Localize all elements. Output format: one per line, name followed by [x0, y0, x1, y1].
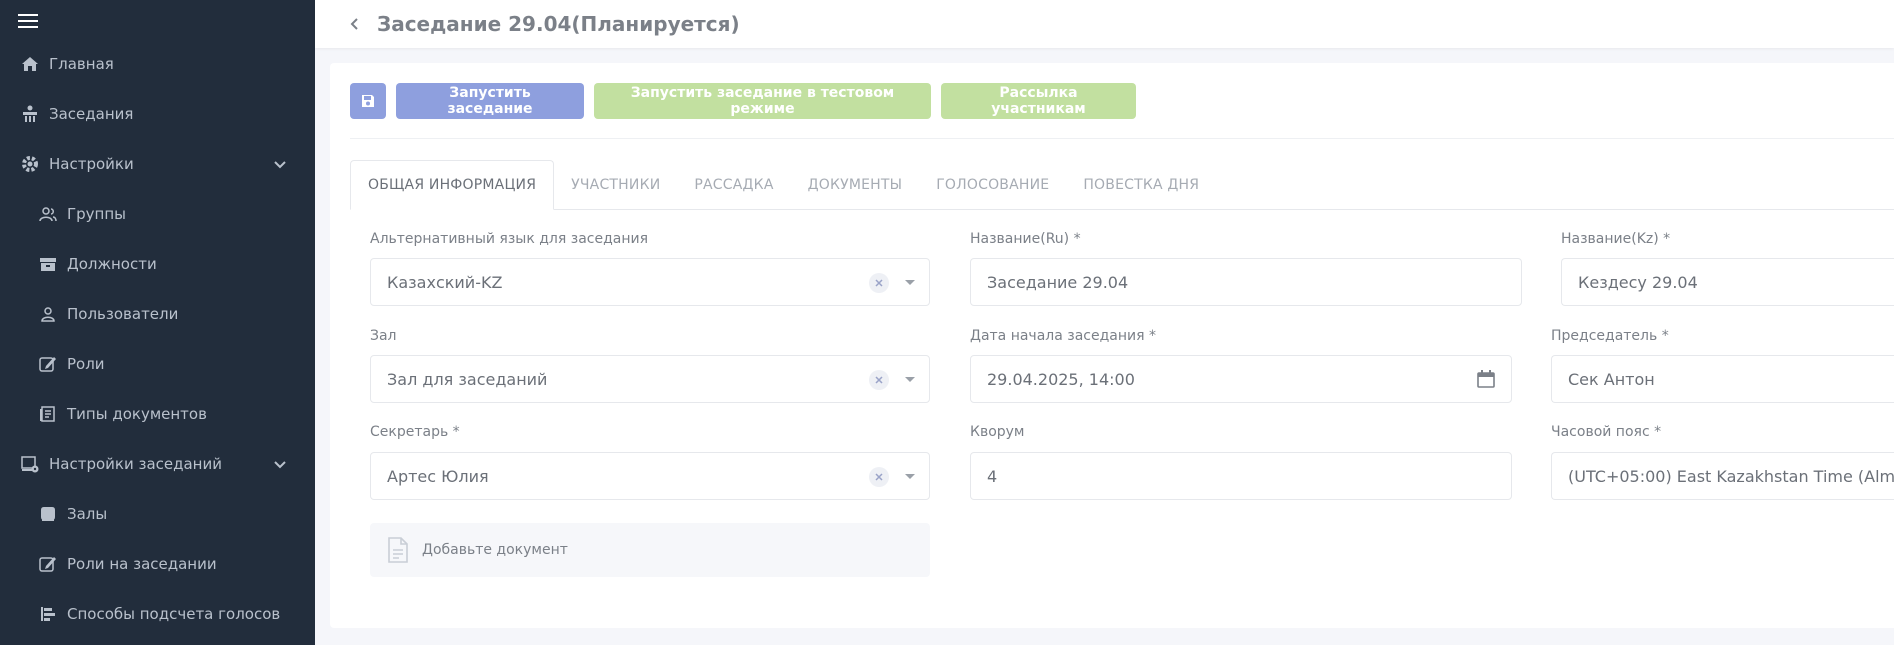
sidebar-item-settings[interactable]: Настройки [0, 144, 315, 184]
sidebar-item-users[interactable]: Пользователи [0, 294, 315, 334]
clear-icon[interactable] [869, 467, 889, 487]
back-icon[interactable] [345, 14, 365, 34]
sidebar-item-meeting-settings[interactable]: Настройки заседаний [0, 444, 315, 484]
toolbar: Запустить заседание Запустить заседание … [350, 83, 1136, 119]
sidebar-item-label: Должности [67, 255, 157, 273]
timezone-value: (UTC+05:00) East Kazakhstan Time (Almaty… [1568, 466, 1894, 486]
name-kz-label: Название(Kz) * [1561, 231, 1671, 247]
mailing-button[interactable]: Рассылка участникам [941, 83, 1136, 119]
edit-icon [37, 353, 59, 375]
halls-icon [37, 503, 59, 525]
save-button[interactable] [350, 83, 386, 119]
sidebar-item-label: Заседания [49, 105, 134, 123]
name-ru-input[interactable]: Заседание 29.04 [970, 258, 1522, 306]
start-test-meeting-button[interactable]: Запустить заседание в тестовом режиме [594, 83, 931, 119]
alt-language-select[interactable]: Казахский-KZ [370, 258, 930, 306]
timezone-label: Часовой пояс * [1551, 424, 1662, 440]
sidebar-item-doc-types[interactable]: Типы документов [0, 394, 315, 434]
sidebar-item-label: Группы [67, 205, 127, 223]
meeting-settings-icon [19, 453, 41, 475]
name-ru-label: Название(Ru) * [970, 231, 1081, 247]
sidebar-item-label: Типы документов [67, 405, 207, 423]
sidebar-item-label: Роли на заседании [67, 555, 217, 573]
meetings-icon [19, 103, 41, 125]
add-document-dropzone[interactable]: Добавьте документ [370, 523, 930, 577]
groups-icon [37, 203, 59, 225]
clear-icon[interactable] [869, 370, 889, 390]
name-kz-value: Кездесу 29.04 [1578, 272, 1698, 292]
start-date-value: 29.04.2025, 14:00 [987, 369, 1135, 389]
chairman-label: Председатель * [1551, 328, 1669, 344]
sidebar-item-roles[interactable]: Роли [0, 344, 315, 384]
hall-value: Зал для заседаний [387, 369, 548, 389]
save-icon [362, 95, 374, 107]
tab-participants[interactable]: УЧАСТНИКИ [554, 160, 677, 210]
start-meeting-button[interactable]: Запустить заседание [396, 83, 584, 119]
tab-voting[interactable]: ГОЛОСОВАНИЕ [919, 160, 1066, 210]
name-ru-value: Заседание 29.04 [987, 272, 1129, 292]
quorum-value: 4 [987, 466, 998, 486]
start-date-input[interactable]: 29.04.2025, 14:00 [970, 355, 1512, 403]
tab-documents[interactable]: ДОКУМЕНТЫ [791, 160, 920, 210]
doc-types-icon [37, 403, 59, 425]
sidebar: Главная Заседания Настройки Группы Должн… [0, 0, 315, 645]
gear-icon [19, 153, 41, 175]
edit-icon [37, 553, 59, 575]
sidebar-item-label: Пользователи [67, 305, 179, 323]
add-document-label: Добавьте документ [422, 542, 568, 558]
tab-seating[interactable]: РАССАДКА [677, 160, 790, 210]
chairman-select[interactable]: Сек Антон [1551, 355, 1894, 403]
secretary-value: Артес Юлия [387, 466, 489, 486]
page-header: Заседание 29.04(Планируется) [315, 0, 1894, 48]
sidebar-item-vote-count[interactable]: Способы подсчета голосов [0, 594, 315, 634]
divider [350, 138, 1894, 139]
chairman-value: Сек Антон [1568, 369, 1655, 389]
sidebar-item-label: Залы [67, 505, 108, 523]
sidebar-item-label: Настройки [49, 155, 134, 173]
hall-label: Зал [370, 328, 397, 344]
tab-general-info[interactable]: ОБЩАЯ ИНФОРМАЦИЯ [350, 160, 555, 210]
sidebar-item-home[interactable]: Главная [0, 44, 315, 84]
tab-agenda[interactable]: ПОВЕСТКА ДНЯ [1066, 160, 1216, 210]
tabs: ОБЩАЯ ИНФОРМАЦИЯ УЧАСТНИКИ РАССАДКА ДОКУ… [350, 160, 1894, 210]
vote-count-icon [37, 603, 59, 625]
clear-icon[interactable] [869, 273, 889, 293]
meeting-card: Запустить заседание Запустить заседание … [330, 63, 1894, 628]
alt-language-value: Казахский-KZ [387, 272, 503, 292]
sidebar-item-label: Роли [67, 355, 105, 373]
calendar-icon[interactable] [1475, 368, 1497, 390]
home-icon [19, 53, 41, 75]
sidebar-item-label: Настройки заседаний [49, 455, 222, 473]
alt-language-label: Альтернативный язык для заседания [370, 231, 649, 247]
secretary-label: Секретарь * [370, 424, 460, 440]
name-kz-input[interactable]: Кездесу 29.04 [1561, 258, 1894, 306]
page-title: Заседание 29.04(Планируется) [377, 12, 740, 36]
sidebar-item-halls[interactable]: Залы [0, 494, 315, 534]
secretary-select[interactable]: Артес Юлия [370, 452, 930, 500]
start-date-label: Дата начала заседания * [970, 328, 1156, 344]
sidebar-item-positions[interactable]: Должности [0, 244, 315, 284]
chevron-down-icon[interactable] [272, 456, 288, 472]
menu-icon[interactable] [18, 14, 38, 30]
document-icon [388, 537, 408, 563]
positions-icon [37, 253, 59, 275]
chevron-down-icon[interactable] [272, 156, 288, 172]
sidebar-item-label: Главная [49, 55, 114, 73]
chevron-down-icon[interactable] [905, 474, 915, 479]
sidebar-item-groups[interactable]: Группы [0, 194, 315, 234]
sidebar-item-meeting-roles[interactable]: Роли на заседании [0, 544, 315, 584]
quorum-label: Кворум [970, 424, 1025, 440]
sidebar-item-meetings[interactable]: Заседания [0, 94, 315, 134]
sidebar-item-label: Способы подсчета голосов [67, 605, 281, 623]
timezone-select[interactable]: (UTC+05:00) East Kazakhstan Time (Almaty… [1551, 452, 1894, 500]
user-icon [37, 303, 59, 325]
quorum-input[interactable]: 4 [970, 452, 1512, 500]
hall-select[interactable]: Зал для заседаний [370, 355, 930, 403]
chevron-down-icon[interactable] [905, 377, 915, 382]
chevron-down-icon[interactable] [905, 280, 915, 285]
